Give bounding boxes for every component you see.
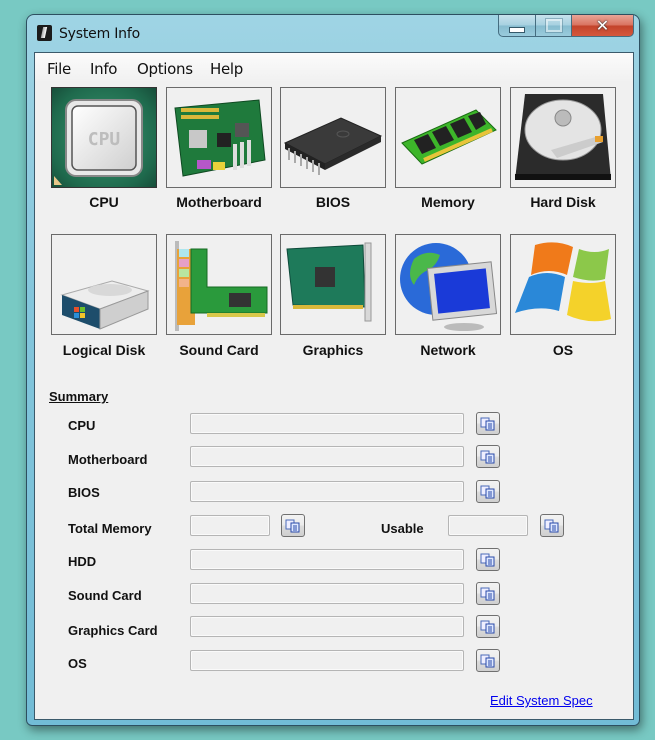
- copy-cpu-button[interactable]: [476, 412, 500, 435]
- minimize-icon: [509, 26, 525, 33]
- memory-icon: [401, 109, 497, 165]
- tile-cpu[interactable]: CPU: [51, 87, 157, 188]
- graphics-card-field[interactable]: [190, 616, 464, 637]
- copy-icon: [480, 587, 495, 600]
- copy-icon: [480, 417, 495, 430]
- svg-text:CPU: CPU: [88, 129, 121, 150]
- sound-card-field[interactable]: [190, 583, 464, 604]
- copy-icon: [480, 553, 495, 566]
- label-sound-card: Sound Card: [68, 588, 142, 603]
- tile-bios[interactable]: [280, 87, 386, 188]
- bios-field[interactable]: [190, 481, 464, 502]
- tile-label-logical-disk: Logical Disk: [62, 342, 146, 358]
- os-field[interactable]: [190, 650, 464, 671]
- menu-bar: File Info Options Help: [35, 53, 633, 83]
- cpu-field[interactable]: [190, 413, 464, 434]
- network-icon: [400, 243, 498, 331]
- tile-logical-disk[interactable]: [51, 234, 157, 335]
- label-cpu: CPU: [68, 418, 96, 433]
- menu-file[interactable]: File: [47, 60, 71, 78]
- tile-hard-disk[interactable]: [510, 87, 616, 188]
- copy-icon: [480, 654, 495, 667]
- tile-memory[interactable]: [395, 87, 501, 188]
- graphics-card-icon: [286, 242, 372, 322]
- menu-options[interactable]: Options: [137, 60, 193, 78]
- label-hdd: HDD: [68, 554, 97, 569]
- tile-label-hard-disk: Hard Disk: [530, 194, 596, 210]
- minimize-button[interactable]: [498, 15, 536, 37]
- sound-card-icon: [175, 241, 268, 331]
- copy-graphics-card-button[interactable]: [476, 615, 500, 638]
- copy-icon: [285, 519, 300, 532]
- total-memory-field[interactable]: [190, 515, 270, 536]
- close-button[interactable]: ✕: [572, 15, 634, 37]
- tile-motherboard[interactable]: [166, 87, 272, 188]
- logical-disk-icon: [60, 280, 150, 330]
- tile-network[interactable]: [395, 234, 501, 335]
- label-os: OS: [68, 656, 87, 671]
- tile-os[interactable]: [510, 234, 616, 335]
- summary-heading: Summary: [49, 389, 109, 404]
- windows-logo-icon: [515, 242, 611, 322]
- usable-memory-field[interactable]: [448, 515, 528, 536]
- menu-help[interactable]: Help: [210, 60, 243, 78]
- label-usable: Usable: [381, 521, 424, 536]
- motherboard-icon: [174, 99, 266, 177]
- maximize-button[interactable]: [536, 15, 572, 37]
- tile-graphics[interactable]: [280, 234, 386, 335]
- close-icon: ✕: [595, 16, 610, 35]
- tile-label-os: OS: [552, 342, 574, 358]
- tile-label-bios: BIOS: [315, 194, 351, 210]
- tile-label-graphics: Graphics: [302, 342, 364, 358]
- copy-usable-button[interactable]: [540, 514, 564, 537]
- tile-sound-card[interactable]: [166, 234, 272, 335]
- tile-label-cpu: CPU: [89, 194, 119, 210]
- label-bios: BIOS: [68, 485, 100, 500]
- copy-os-button[interactable]: [476, 649, 500, 672]
- title-bar[interactable]: System Info ✕: [27, 15, 639, 51]
- copy-icon: [480, 450, 495, 463]
- motherboard-field[interactable]: [190, 446, 464, 467]
- label-graphics-card: Graphics Card: [68, 623, 158, 638]
- tile-label-memory: Memory: [421, 194, 475, 210]
- menu-info[interactable]: Info: [90, 60, 118, 78]
- system-info-window: System Info ✕ File Info Options Help CPU: [26, 14, 640, 726]
- copy-hdd-button[interactable]: [476, 548, 500, 571]
- copy-icon: [480, 485, 495, 498]
- copy-total-memory-button[interactable]: [281, 514, 305, 537]
- cpu-icon: CPU: [54, 99, 143, 185]
- app-icon[interactable]: [37, 25, 52, 41]
- label-total-memory: Total Memory: [68, 521, 152, 536]
- copy-icon: [480, 620, 495, 633]
- client-area: File Info Options Help CPU CPU Motherboa…: [34, 52, 634, 720]
- hard-disk-icon: [515, 94, 611, 180]
- copy-motherboard-button[interactable]: [476, 445, 500, 468]
- bios-chip-icon: [283, 117, 383, 175]
- copy-sound-card-button[interactable]: [476, 582, 500, 605]
- tile-label-sound-card: Sound Card: [179, 342, 259, 358]
- label-motherboard: Motherboard: [68, 452, 148, 467]
- hdd-field[interactable]: [190, 549, 464, 570]
- tile-label-motherboard: Motherboard: [176, 194, 262, 210]
- window-title: System Info: [59, 26, 140, 42]
- tile-label-network: Network: [420, 342, 476, 358]
- copy-icon: [544, 519, 559, 532]
- copy-bios-button[interactable]: [476, 480, 500, 503]
- maximize-icon: [545, 19, 562, 32]
- edit-system-spec-link[interactable]: Edit System Spec: [490, 693, 593, 708]
